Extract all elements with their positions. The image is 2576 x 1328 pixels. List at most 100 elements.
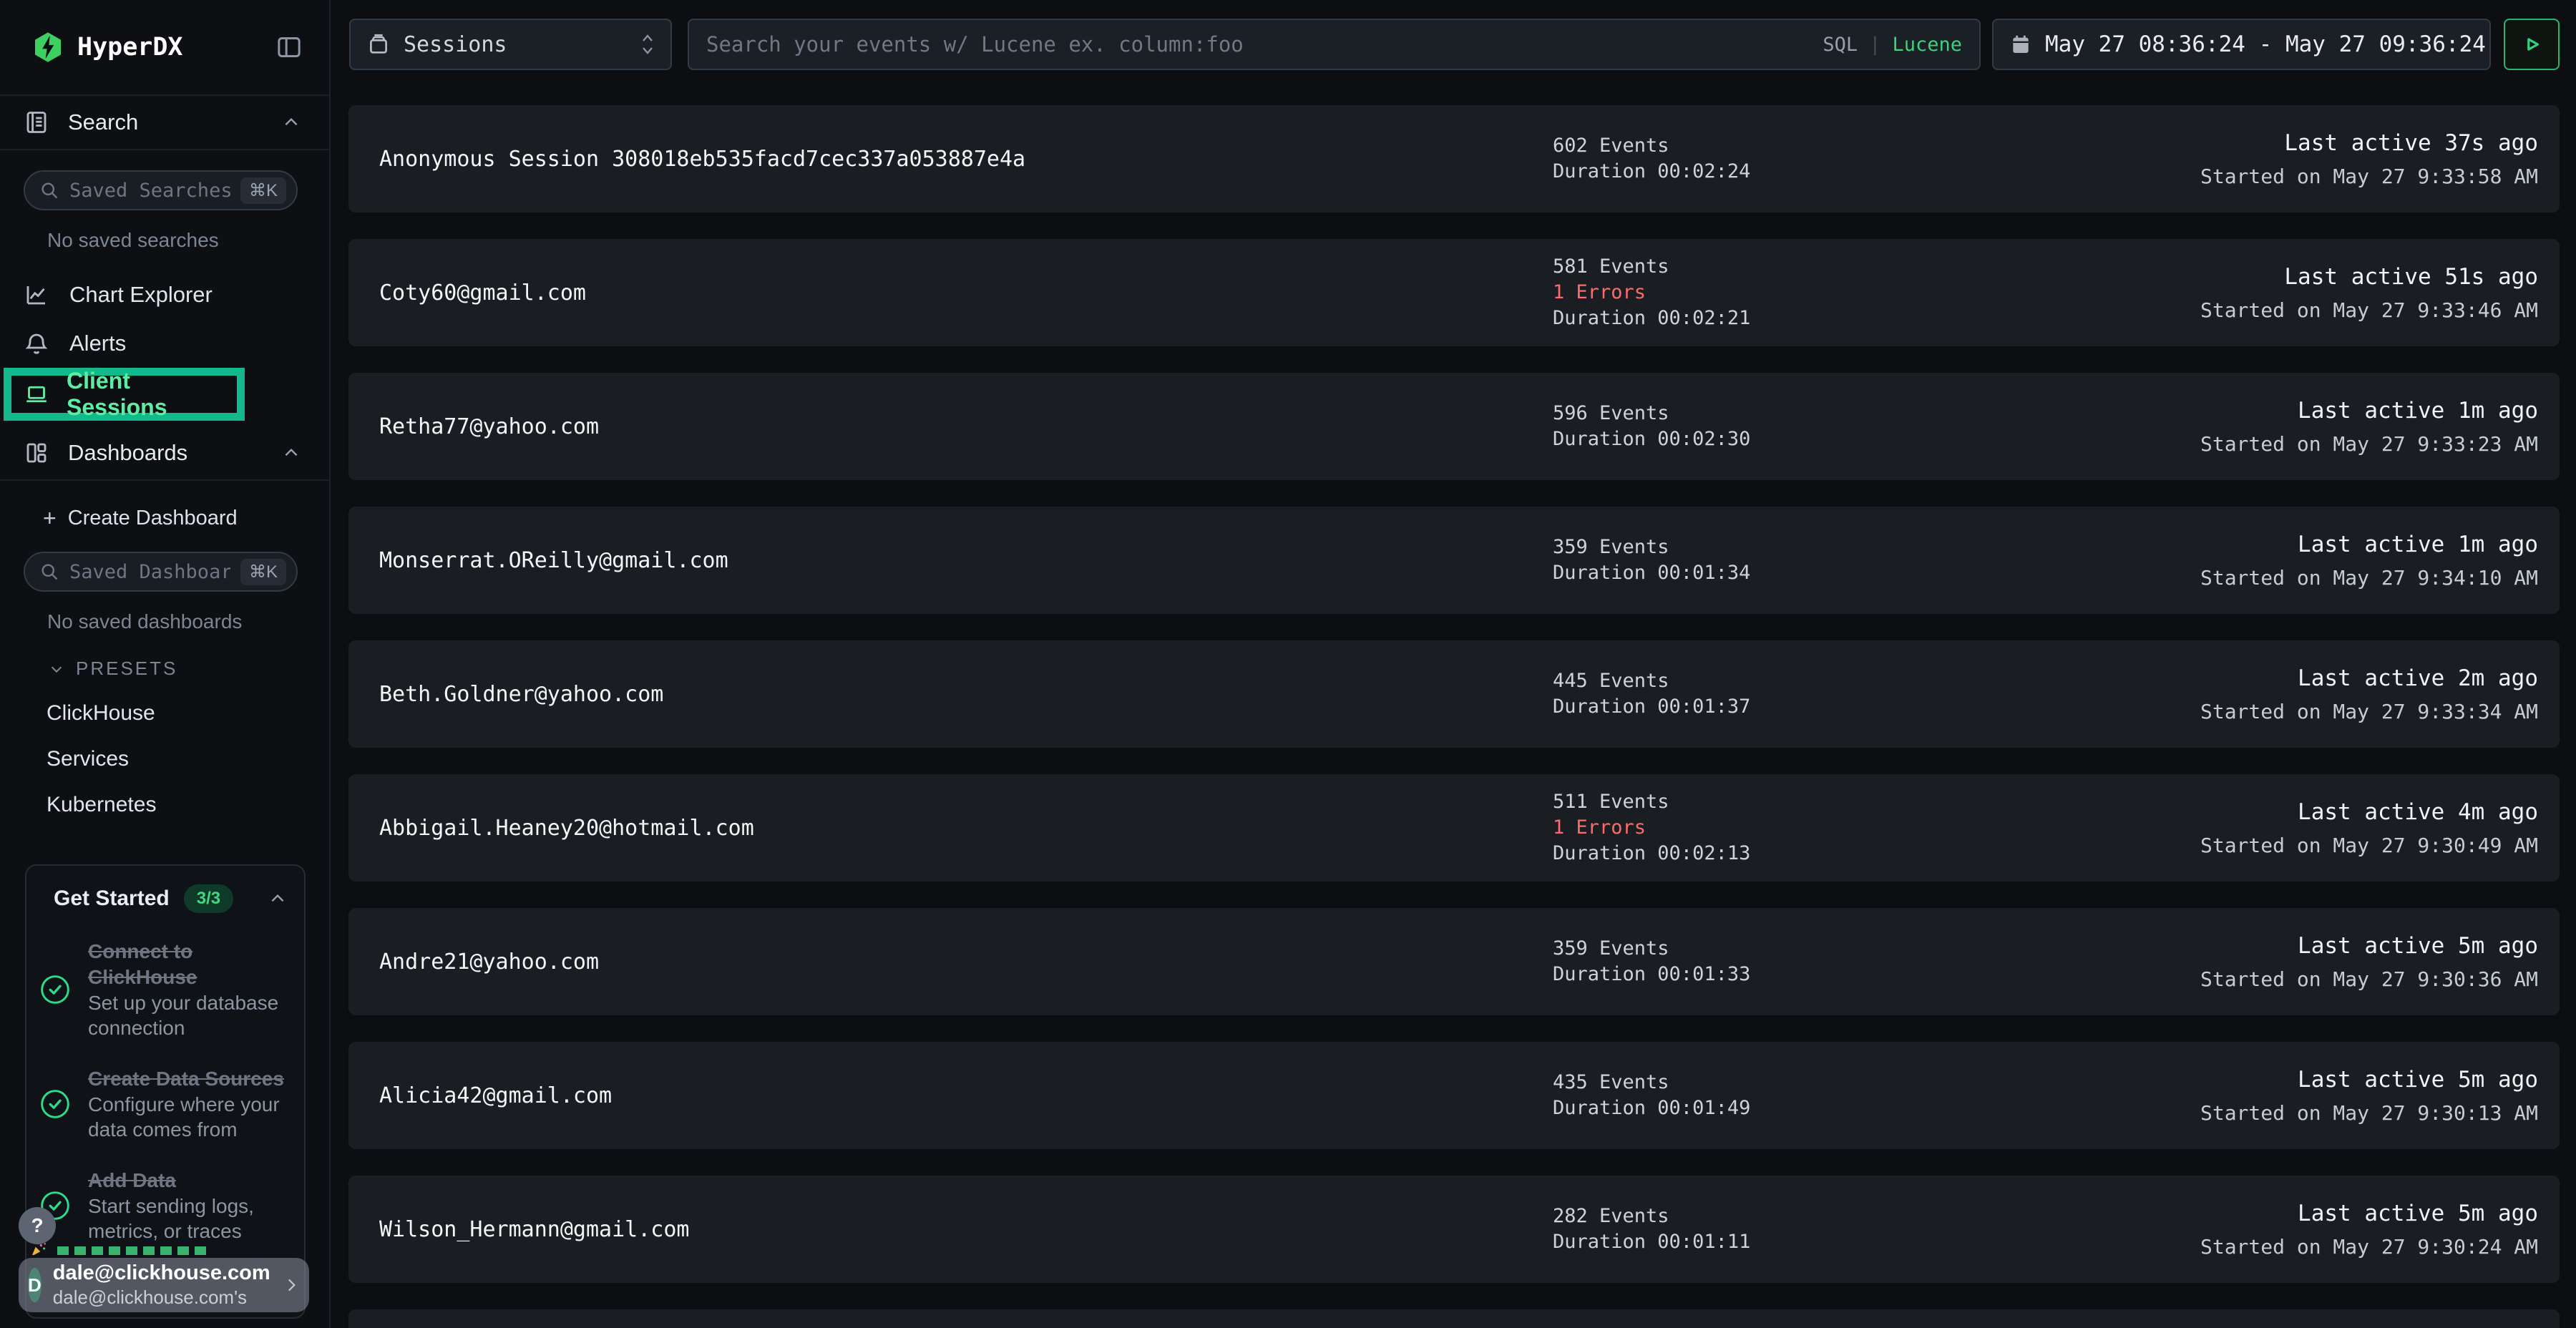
event-count: 602 Events (1553, 133, 2200, 159)
no-saved-dashboards-note: No saved dashboards (47, 610, 329, 633)
time-range-picker[interactable]: May 27 08:36:24 - May 27 09:36:24 (1992, 19, 2491, 70)
session-times: Last active 2m agoStarted on May 27 9:33… (2200, 665, 2538, 723)
session-row[interactable]: Alicia42@gmail.com435 EventsDuration 00:… (348, 1042, 2560, 1149)
search-icon (39, 562, 59, 582)
preset-item-services[interactable]: Services (47, 747, 329, 771)
sidebar-item-alerts[interactable]: Alerts (0, 319, 329, 368)
preset-item-kubernetes[interactable]: Kubernetes (47, 793, 329, 817)
step-title: Connect to ClickHouse (88, 939, 287, 990)
saved-searches-placeholder: Saved Searches (69, 180, 230, 202)
user-menu[interactable]: D dale@clickhouse.com dale@clickhouse.co… (19, 1258, 309, 1312)
session-times: Last active 4m agoStarted on May 27 9:30… (2200, 799, 2538, 857)
step-description: Start sending logs, metrics, or traces (88, 1193, 287, 1244)
preset-item-clickhouse[interactable]: ClickHouse (47, 701, 329, 726)
session-row[interactable]: Beth.Goldner@yahoo.com445 EventsDuration… (348, 640, 2560, 748)
get-started-step[interactable]: Add DataStart sending logs, metrics, or … (39, 1168, 287, 1244)
step-description: Configure where your data comes from (88, 1092, 287, 1142)
session-duration: Duration 00:01:33 (1553, 962, 2200, 987)
saved-dashboards-input[interactable]: Saved Dashboards ⌘K (24, 552, 298, 592)
check-circle-icon (39, 1088, 71, 1120)
help-button[interactable]: ? (19, 1207, 56, 1244)
sql-mode-toggle[interactable]: SQL (1823, 34, 1858, 56)
search-icon (39, 180, 59, 200)
chevron-right-icon (282, 1276, 301, 1294)
session-duration: Duration 00:02:30 (1553, 426, 2200, 452)
get-started-step[interactable]: Create Data SourcesConfigure where your … (39, 1066, 287, 1142)
get-started-steps: Connect to ClickHouseSet up your databas… (39, 939, 287, 1244)
last-active: Last active 5m ago (2200, 933, 2538, 959)
bell-icon (24, 331, 49, 356)
avatar: D (28, 1268, 42, 1302)
session-times: Last active 1m agoStarted on May 27 9:33… (2200, 398, 2538, 456)
chevron-down-icon (49, 661, 64, 677)
event-search-input[interactable]: Search your events w/ Lucene ex. column:… (688, 19, 1981, 70)
event-count: 435 Events (1553, 1070, 2200, 1095)
event-count: 511 Events (1553, 789, 2200, 815)
session-stats: 602 EventsDuration 00:02:24 (1553, 133, 2200, 185)
session-stats: 445 EventsDuration 00:01:37 (1553, 668, 2200, 720)
started-on: Started on May 27 9:30:13 AM (2200, 1101, 2538, 1125)
presets-toggle[interactable]: PRESETS (49, 658, 329, 680)
event-count: 581 Events (1553, 254, 2200, 280)
session-duration: Duration 00:02:24 (1553, 159, 2200, 185)
last-active: Last active 2m ago (2200, 665, 2538, 691)
session-times: Last active 1m agoStarted on May 27 9:34… (2200, 532, 2538, 590)
sidebar-section-dashboards[interactable]: Dashboards (0, 426, 329, 481)
help-label: ? (31, 1214, 43, 1237)
get-started-partial-step (29, 1241, 208, 1255)
session-row[interactable]: Retha77@yahoo.com596 EventsDuration 00:0… (348, 373, 2560, 480)
mode-divider: | (1869, 34, 1880, 56)
calendar-icon (2009, 33, 2032, 56)
session-row[interactable]: Abbigail.Heaney20@hotmail.com511 Events1… (348, 774, 2560, 882)
event-count: 596 Events (1553, 401, 2200, 426)
step-title: Create Data Sources (88, 1066, 287, 1092)
sidebar-section-search[interactable]: Search (0, 96, 329, 150)
session-row[interactable]: Monserrat.OReilly@gmail.com359 EventsDur… (348, 507, 2560, 614)
session-row[interactable]: Coty60@gmail.com581 Events1 ErrorsDurati… (348, 239, 2560, 346)
session-stats: 596 EventsDuration 00:02:30 (1553, 401, 2200, 452)
last-active: Last active 5m ago (2200, 1201, 2538, 1226)
get-started-progress-badge: 3/3 (184, 884, 233, 913)
database-icon (366, 32, 391, 57)
session-row[interactable]: Andre21@yahoo.com359 EventsDuration 00:0… (348, 908, 2560, 1015)
lucene-mode-toggle[interactable]: Lucene (1892, 34, 1962, 56)
presets-label: PRESETS (76, 658, 177, 680)
error-count: 1 Errors (1553, 815, 2200, 841)
session-times: Last active 5m agoStarted on May 27 9:30… (2200, 1201, 2538, 1259)
session-row-partial[interactable] (348, 1309, 2560, 1328)
session-row[interactable]: Anonymous Session 308018eb535facd7cec337… (348, 105, 2560, 213)
hyperdx-app: HyperDX Search Saved Se (0, 0, 2576, 1328)
dashboard-grid-icon (24, 440, 49, 466)
chevron-up-icon[interactable] (268, 889, 287, 908)
create-dashboard-button[interactable]: + Create Dashboard (43, 505, 329, 532)
no-saved-searches-note: No saved searches (47, 229, 329, 252)
chevron-up-icon[interactable] (282, 113, 301, 132)
session-name: Anonymous Session 308018eb535facd7cec337… (379, 147, 1553, 172)
sidebar-item-client-sessions[interactable]: Client Sessions (4, 368, 245, 421)
get-started-step[interactable]: Connect to ClickHouseSet up your databas… (39, 939, 287, 1040)
user-email: dale@clickhouse.com (53, 1261, 270, 1285)
session-duration: Duration 00:01:34 (1553, 560, 2200, 586)
laptop-icon (24, 381, 49, 407)
started-on: Started on May 27 9:33:58 AM (2200, 165, 2538, 188)
session-stats: 282 EventsDuration 00:01:11 (1553, 1204, 2200, 1255)
user-subtitle: dale@clickhouse.com's (53, 1285, 270, 1309)
session-stats: 359 EventsDuration 00:01:34 (1553, 534, 2200, 586)
sidebar: HyperDX Search Saved Se (0, 0, 331, 1328)
session-stats: 435 EventsDuration 00:01:49 (1553, 1070, 2200, 1121)
sidebar-collapse-icon[interactable] (275, 33, 303, 62)
session-row[interactable]: Wilson_Hermann@gmail.com282 EventsDurati… (348, 1176, 2560, 1283)
saved-searches-input[interactable]: Saved Searches ⌘K (24, 170, 298, 210)
live-tail-button[interactable] (2504, 19, 2560, 70)
source-selector[interactable]: Sessions (349, 19, 672, 70)
chevron-up-icon[interactable] (282, 444, 301, 462)
sidebar-item-chart-explorer[interactable]: Chart Explorer (0, 270, 329, 319)
last-active: Last active 51s ago (2200, 264, 2538, 290)
started-on: Started on May 27 9:30:36 AM (2200, 967, 2538, 991)
play-icon (2519, 32, 2544, 57)
session-duration: Duration 00:01:37 (1553, 694, 2200, 720)
sidebar-item-label: Client Sessions (67, 368, 230, 421)
source-selector-value: Sessions (404, 32, 507, 57)
session-name: Andre21@yahoo.com (379, 949, 1553, 975)
chart-icon (24, 282, 49, 308)
